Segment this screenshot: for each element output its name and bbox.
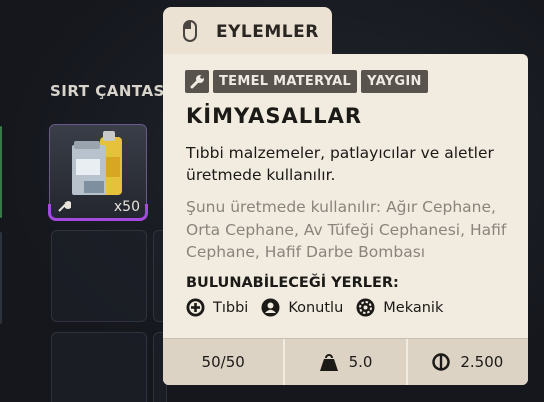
locations-list: Tıbbi Konutlu Mekanik [186, 298, 456, 317]
actions-tab[interactable]: EYLEMLER [163, 7, 332, 55]
residential-icon [261, 298, 280, 317]
wrench-icon [58, 200, 71, 212]
weight-icon [319, 353, 338, 371]
mechanical-icon [356, 298, 375, 317]
item-price: 2.500 [408, 339, 528, 385]
stack-size-value: 50/50 [201, 353, 245, 371]
left-slot-edge [0, 232, 2, 324]
locations-title: BULUNABİLECEĞİ YERLER: [186, 275, 399, 291]
coin-icon [432, 353, 451, 371]
item-weight-value: 5.0 [348, 353, 373, 371]
location-medical: Tıbbi [186, 298, 248, 317]
item-tooltip: TEMEL MATERYAL YAYGIN KİMYASALLAR Tıbbi … [163, 54, 528, 385]
backpack-title: SIRT ÇANTASI [50, 82, 171, 100]
inventory-slot-chemicals[interactable]: x50 [48, 124, 148, 221]
inventory-slot[interactable] [51, 332, 147, 402]
tag-category: TEMEL MATERYAL [213, 70, 358, 93]
mouse-icon [183, 20, 197, 42]
item-description: Tıbbi malzemeler, patlayıcılar ve aletle… [186, 144, 494, 184]
item-price-value: 2.500 [460, 353, 504, 371]
item-tags: TEMEL MATERYAL YAYGIN [185, 70, 428, 93]
location-mechanical: Mekanik [356, 298, 443, 317]
medical-icon [186, 298, 205, 317]
item-weight: 5.0 [285, 339, 408, 385]
location-residential: Konutlu [261, 298, 343, 317]
wrench-icon [185, 70, 209, 93]
item-quantity: x50 [113, 199, 140, 215]
stack-size: 50/50 [163, 339, 286, 385]
tag-rarity: YAYGIN [361, 70, 428, 93]
item-stats: 50/50 5.0 2.500 [163, 338, 528, 385]
item-name: KİMYASALLAR [186, 104, 362, 128]
crafting-uses: Şunu üretmede kullanılır: Ağır Cephane, … [186, 198, 507, 261]
left-slot-edge [0, 126, 2, 218]
chemicals-icon [72, 131, 122, 195]
inventory-slot[interactable] [51, 230, 147, 322]
actions-tab-label: EYLEMLER [216, 22, 319, 42]
